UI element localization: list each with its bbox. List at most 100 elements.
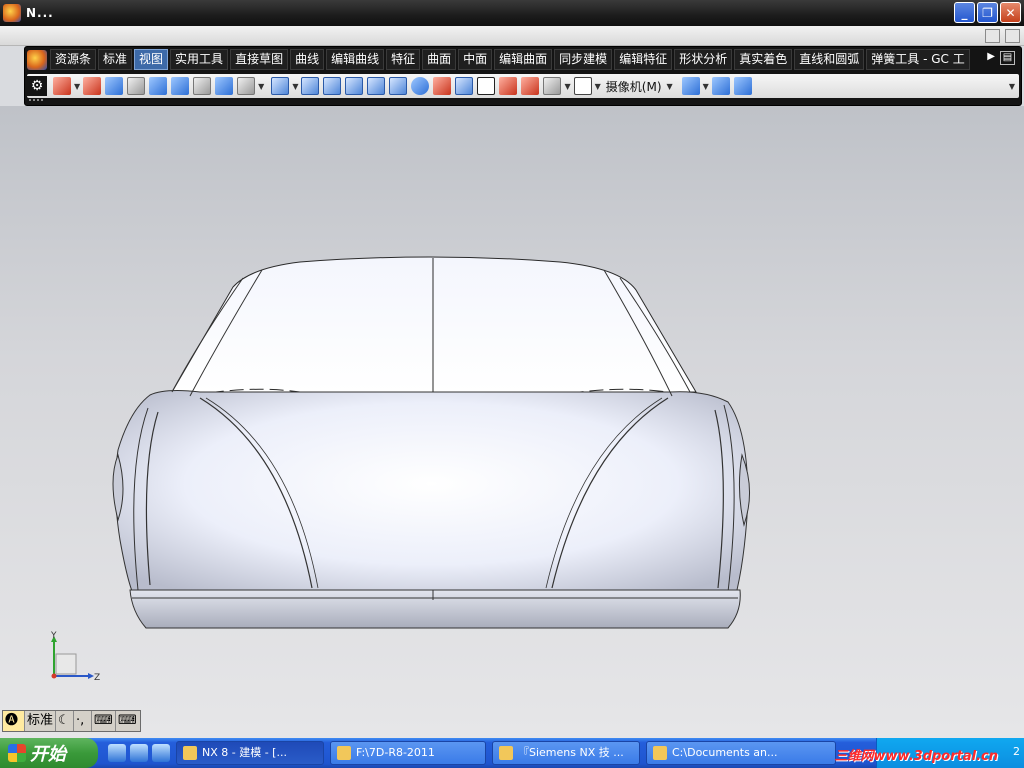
- zoom-icon[interactable]: [105, 77, 124, 95]
- soft-keyboard-icon[interactable]: ⌨: [92, 711, 117, 731]
- show-desktop-icon[interactable]: [130, 744, 148, 762]
- front-view-icon[interactable]: [367, 77, 386, 95]
- watermark: 三维网www.3dportal.cn: [834, 749, 998, 764]
- fit-icon[interactable]: [53, 77, 71, 95]
- windows-flag-icon: [8, 744, 26, 762]
- task-label: NX 8 - 建模 - [...: [202, 746, 287, 759]
- z-axis-label: Z: [94, 673, 100, 683]
- camera-menu[interactable]: 摄像机(M): [606, 78, 662, 95]
- tab-11[interactable]: 同步建模: [554, 49, 613, 70]
- minimize-button[interactable]: _: [954, 2, 975, 23]
- taskbar-item-1[interactable]: F:\7D-R8-2011: [330, 741, 486, 765]
- tab-3[interactable]: 实用工具: [170, 49, 229, 70]
- background-color-icon[interactable]: [573, 77, 592, 95]
- visual-effects-icon[interactable]: [543, 77, 562, 95]
- perspective-icon[interactable]: [193, 77, 212, 95]
- body-surface: [114, 390, 749, 599]
- rotate-icon[interactable]: [171, 77, 190, 95]
- camera-dropdown-icon[interactable]: ▼: [667, 82, 673, 91]
- orient-dropdown-icon[interactable]: ▼: [258, 82, 264, 91]
- ribbon-grip[interactable]: [29, 99, 43, 103]
- task-label: 『Siemens NX 技 ...: [518, 746, 624, 759]
- taskbar-item-2[interactable]: 『Siemens NX 技 ...: [492, 741, 640, 765]
- ime-options-icon[interactable]: ⌨: [116, 711, 140, 731]
- gear-icon[interactable]: ⚙: [27, 76, 47, 96]
- restore-doc-icon[interactable]: [985, 29, 1000, 43]
- zoom-window-icon[interactable]: [83, 77, 102, 95]
- view-toolbar: ⚙ ▼ ▼ ▼ ▼ ▼ 摄像机(M) ▼ ▼ ▼: [27, 74, 1019, 98]
- roof-surface: [171, 256, 697, 393]
- render-style-dropdown-icon[interactable]: ▼: [292, 82, 298, 91]
- section-icon[interactable]: [455, 77, 474, 95]
- nx-app-icon[interactable]: [3, 4, 21, 22]
- window-controls: _ ❐ ✕: [954, 2, 1021, 23]
- shaded-cube-icon[interactable]: [271, 77, 290, 95]
- title-bar: N... _ ❐ ✕: [0, 0, 1024, 26]
- taskbar: 开始 NX 8 - 建模 - [... F:\7D-R8-2011 『Siemens…: [0, 738, 1024, 768]
- punctuation-icon[interactable]: ·,: [74, 711, 93, 731]
- top-view-icon[interactable]: [345, 77, 364, 95]
- reflection-icon[interactable]: [433, 77, 452, 95]
- tab-2[interactable]: 视图: [134, 49, 169, 70]
- tab-1[interactable]: 标准: [98, 49, 133, 70]
- effects-dropdown-icon[interactable]: ▼: [564, 82, 570, 91]
- quick-launch: [108, 744, 170, 762]
- menu-strip: [0, 26, 1024, 46]
- task-icon: [337, 746, 351, 760]
- tab-9[interactable]: 中面: [458, 49, 493, 70]
- maximize-button[interactable]: ❐: [977, 2, 998, 23]
- ribbon-tabs: 资源条 标准 视图 实用工具 直接草图 曲线 编辑曲线 特征 曲面 中面 编辑曲面 同步建模 编辑特征形…: [50, 49, 981, 71]
- zoom-in-out-icon[interactable]: [127, 77, 146, 95]
- doc-window-icon[interactable]: [1005, 29, 1020, 43]
- face-analysis-icon[interactable]: [411, 77, 430, 95]
- render-icon[interactable]: [499, 77, 518, 95]
- moon-icon[interactable]: ☾: [56, 711, 75, 731]
- trimetric-icon[interactable]: [301, 77, 320, 95]
- tab-scroll-right-icon[interactable]: ▶: [987, 51, 995, 62]
- ribbon-options-icon[interactable]: ▤: [1000, 51, 1015, 65]
- tab-12[interactable]: 编辑特征: [614, 49, 673, 70]
- tab-5[interactable]: 曲线: [290, 49, 325, 70]
- tab-15[interactable]: 直线和圆弧: [794, 49, 865, 70]
- tab-10[interactable]: 编辑曲面: [494, 49, 553, 70]
- ime-mode[interactable]: 标准: [25, 711, 57, 731]
- tab-16[interactable]: 弹簧工具 - GC 工: [866, 49, 970, 70]
- background-dropdown-icon[interactable]: ▼: [595, 82, 601, 91]
- start-button[interactable]: 开始: [0, 738, 98, 768]
- tab-7[interactable]: 特征: [386, 49, 421, 70]
- wcs-origin-icon[interactable]: [733, 77, 752, 95]
- restore-icon[interactable]: [215, 77, 234, 95]
- pan-icon[interactable]: [149, 77, 168, 95]
- wcs-dropdown-icon[interactable]: ▼: [703, 82, 709, 91]
- taskbar-item-3[interactable]: C:\Documents an...: [646, 741, 836, 765]
- start-label: 开始: [30, 744, 66, 765]
- tab-13[interactable]: 形状分析: [674, 49, 733, 70]
- toolbar-overflow-icon[interactable]: ▼: [1009, 82, 1015, 91]
- nx-logo-icon[interactable]: [27, 50, 47, 70]
- close-button[interactable]: ✕: [1000, 2, 1021, 23]
- right-view-icon[interactable]: [389, 77, 408, 95]
- ime-logo-icon[interactable]: 🅐: [3, 711, 25, 731]
- ime-bar: 🅐 标准 ☾ ·, ⌨ ⌨: [2, 710, 142, 732]
- media-player-icon[interactable]: [152, 744, 170, 762]
- task-icon: [183, 746, 197, 760]
- isometric-icon[interactable]: [323, 77, 342, 95]
- wcs-icon[interactable]: [681, 77, 700, 95]
- tab-8[interactable]: 曲面: [422, 49, 457, 70]
- wcs-orient-icon[interactable]: [711, 77, 730, 95]
- graphics-window[interactable]: Y Z: [0, 106, 1024, 738]
- tab-6[interactable]: 编辑曲线: [326, 49, 385, 70]
- tab-4[interactable]: 直接草图: [230, 49, 289, 70]
- task-icon: [499, 746, 513, 760]
- fit-dropdown-icon[interactable]: ▼: [74, 82, 80, 91]
- tab-14[interactable]: 真实着色: [734, 49, 793, 70]
- ie-icon[interactable]: [108, 744, 126, 762]
- y-axis-label: Y: [50, 631, 57, 641]
- taskbar-item-0[interactable]: NX 8 - 建模 - [...: [176, 741, 324, 765]
- car-model[interactable]: [0, 106, 1024, 738]
- task-buttons: NX 8 - 建模 - [... F:\7D-R8-2011 『Siemens NX…: [170, 741, 836, 765]
- tab-0[interactable]: 资源条: [50, 49, 97, 70]
- refresh-icon[interactable]: [237, 77, 256, 95]
- shading-toggle-icon[interactable]: [477, 77, 496, 95]
- material-icon[interactable]: [521, 77, 540, 95]
